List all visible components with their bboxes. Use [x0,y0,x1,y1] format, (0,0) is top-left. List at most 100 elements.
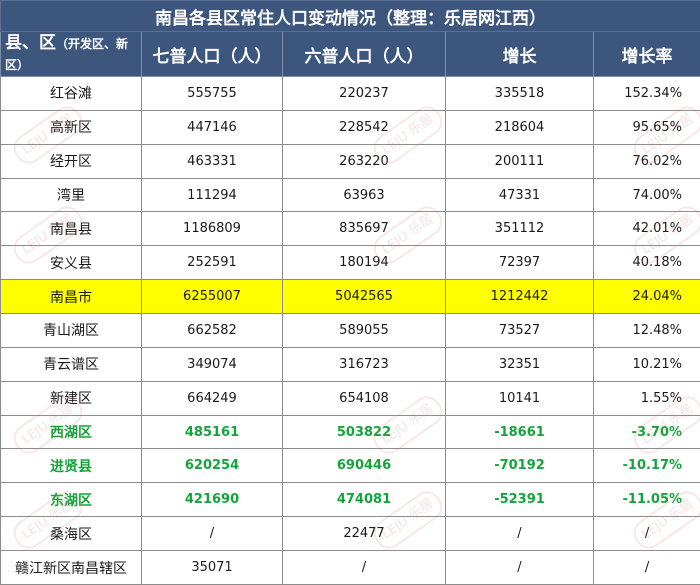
table-row: 青山湖区 662582 589055 73527 12.48% [0,313,700,348]
table-row: 经开区 463331 263220 200111 76.02% [0,143,700,179]
header-district-main: 县、区 [5,33,56,53]
district-name: 西湖区 [0,414,142,450]
table-row: 桑海区/22477// [0,516,700,552]
census7-value: 6255007 [141,279,283,315]
rate-value: 74.00% [592,177,700,213]
table-row: 南昌县 1186809 835697 351112 42.01% [0,211,700,247]
growth-value: / [445,550,594,585]
rate-value: 76.02% [592,143,700,179]
census6-value: 180194 [282,245,446,281]
header-growth: 增长 [445,31,594,77]
district-name: 东湖区 [0,482,142,518]
table-row: 高新区 447146 228542 218604 95.65% [0,109,700,145]
rate-value: 42.01% [592,211,700,247]
table-row: 红谷滩 555755 220237 335518 152.34% [0,76,700,111]
rate-value: / [592,550,700,585]
growth-value: 335518 [445,76,594,111]
census7-value: / [141,516,283,552]
rate-value: -3.70% [592,414,700,450]
growth-value: 1212442 [445,279,594,315]
census7-value: 620254 [141,448,283,484]
census7-value: 662582 [141,313,283,348]
table-row-negative: 进贤县 620254 690446 -70192 -10.17% [0,448,700,484]
district-name: 青山湖区 [0,313,142,348]
census6-value: / [282,550,446,585]
growth-value: 47331 [445,177,594,213]
table-row: 安义县 252591 180194 72397 40.18% [0,245,700,281]
census7-value: 252591 [141,245,283,281]
growth-value: 10141 [445,380,594,416]
district-name: 青云谱区 [0,346,142,382]
district-name: 高新区 [0,109,142,145]
census6-value: 5042565 [282,279,446,315]
census6-value: 654108 [282,380,446,416]
growth-value: 72397 [445,245,594,281]
header-district: 县、区（开发区、新区） [0,31,142,77]
district-name: 进贤县 [0,448,142,484]
district-name: 安义县 [0,245,142,281]
census7-value: 349074 [141,346,283,382]
growth-value: / [445,516,594,552]
census6-value: 316723 [282,346,446,382]
header-row: 县、区（开发区、新区） 七普人口（人） 六普人口（人） 增长 增长率 [0,31,700,77]
growth-value: 218604 [445,109,594,145]
rate-value: 95.65% [592,109,700,145]
census6-value: 503822 [282,414,446,450]
table-row: 湾里 111294 63963 47331 74.00% [0,177,700,213]
census6-value: 22477 [282,516,446,552]
census7-value: 111294 [141,177,283,213]
district-name: 南昌县 [0,211,142,247]
district-name: 新建区 [0,380,142,416]
table-row: 赣江新区南昌辖区 35071// / [0,550,700,585]
header-census7: 七普人口（人） [141,31,283,77]
district-name: 红谷滩 [0,76,142,111]
table-row: 青云谱区 349074 316723 32351 10.21% [0,346,700,382]
district-name: 经开区 [0,143,142,179]
title-row: 南昌各县区常住人口变动情况（整理：乐居网江西） [0,0,700,32]
table-row-negative: 东湖区 421690 474081 -52391 -11.05% [0,482,700,518]
table-row-highlighted: 南昌市 6255007 5042565 1212442 24.04% [0,279,700,315]
rate-value: 24.04% [592,279,700,315]
census7-value: 447146 [141,109,283,145]
census7-value: 463331 [141,143,283,179]
district-name: 赣江新区南昌辖区 [0,550,142,585]
growth-value: 32351 [445,346,594,382]
table-title: 南昌各县区常住人口变动情况（整理：乐居网江西） [0,0,700,32]
rate-value: 1.55% [592,380,700,416]
growth-value: -18661 [445,414,594,450]
census6-value: 690446 [282,448,446,484]
header-growth-rate: 增长率 [592,31,700,77]
header-census6: 六普人口（人） [282,31,446,77]
table-row-negative: 西湖区 485161 503822 -18661 -3.70% [0,414,700,450]
census6-value: 220237 [282,76,446,111]
census7-value: 664249 [141,380,283,416]
census7-value: 35071 [141,550,283,585]
census7-value: 421690 [141,482,283,518]
rate-value: 152.34% [592,76,700,111]
growth-value: 351112 [445,211,594,247]
district-name: 湾里 [0,177,142,213]
rate-value: / [592,516,700,552]
census6-value: 835697 [282,211,446,247]
census6-value: 474081 [282,482,446,518]
census7-value: 1186809 [141,211,283,247]
census6-value: 263220 [282,143,446,179]
district-name: 桑海区 [0,516,142,552]
population-table: 南昌各县区常住人口变动情况（整理：乐居网江西） 县、区（开发区、新区） 七普人口… [0,0,700,585]
growth-value: -70192 [445,448,594,484]
growth-value: 200111 [445,143,594,179]
district-name: 南昌市 [0,279,142,315]
rate-value: -11.05% [592,482,700,518]
census6-value: 228542 [282,109,446,145]
table-row: 新建区 664249 654108 10141 1.55% [0,380,700,416]
rate-value: -10.17% [592,448,700,484]
census6-value: 589055 [282,313,446,348]
growth-value: 73527 [445,313,594,348]
census7-value: 485161 [141,414,283,450]
census7-value: 555755 [141,76,283,111]
rate-value: 12.48% [592,313,700,348]
census6-value: 63963 [282,177,446,213]
rate-value: 10.21% [592,346,700,382]
rate-value: 40.18% [592,245,700,281]
growth-value: -52391 [445,482,594,518]
